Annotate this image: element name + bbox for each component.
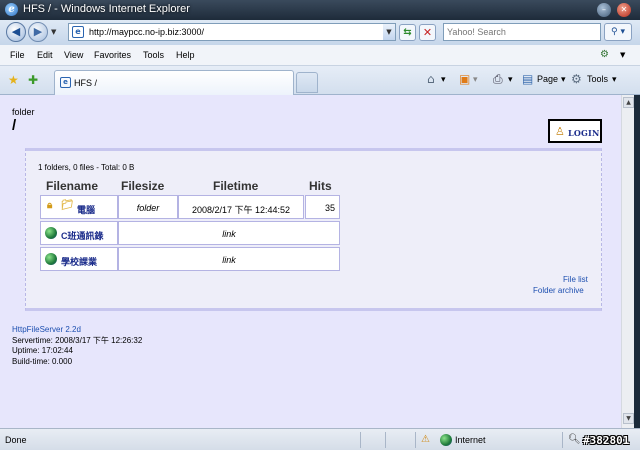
file-list-link[interactable]: File list: [563, 275, 588, 284]
favorites-star-icon[interactable]: ★: [8, 73, 19, 87]
uptime-text: Uptime: 17:02:44: [12, 346, 73, 355]
search-input[interactable]: [444, 24, 600, 40]
column-filetime[interactable]: Filetime: [213, 179, 258, 193]
tab-page-icon: e: [60, 77, 71, 88]
window-frame-right: [634, 95, 640, 428]
file-link[interactable]: 電腦: [77, 203, 95, 216]
link-type-cell: link: [118, 221, 340, 245]
minimize-button[interactable]: –: [597, 3, 611, 17]
hfs-version-link[interactable]: HttpFileServer 2.2d: [12, 325, 81, 334]
menu-favorites[interactable]: Favorites: [94, 50, 131, 60]
protected-mode-icon: ⚠: [421, 434, 430, 445]
address-url[interactable]: http://maypcc.no-ip.biz:3000/: [89, 27, 204, 37]
tools-dropdown-icon[interactable]: ▾: [612, 74, 617, 85]
tools-menu-button[interactable]: Tools: [587, 74, 608, 84]
menu-tools[interactable]: Tools: [143, 50, 164, 60]
new-tab-button[interactable]: [296, 72, 318, 93]
table-row-name-cell[interactable]: C班通訊錄: [40, 221, 118, 245]
zoom-icon[interactable]: 🔍︎: [568, 434, 581, 445]
close-window-button[interactable]: ✕: [617, 3, 631, 17]
filesize-value: folder: [136, 203, 160, 213]
menu-view[interactable]: View: [64, 50, 83, 60]
address-dropdown-icon[interactable]: ▼: [383, 24, 395, 40]
refresh-button[interactable]: ⇆: [399, 24, 416, 41]
status-divider: [415, 432, 416, 448]
file-link[interactable]: C班通訊錄: [61, 229, 104, 242]
forward-button[interactable]: ▶: [28, 22, 48, 42]
globe-link-icon: [45, 227, 57, 239]
column-filename[interactable]: Filename: [46, 179, 98, 193]
folder-path: /: [12, 117, 17, 134]
stop-button[interactable]: ✕: [419, 24, 436, 41]
filetime-cell: 2008/2/17 下午 12:44:52: [178, 195, 304, 219]
feeds-dropdown-icon[interactable]: ▾: [473, 74, 478, 85]
tools-gear-icon[interactable]: ⚙: [571, 72, 582, 86]
history-dropdown-icon[interactable]: ▼: [51, 28, 56, 36]
home-icon[interactable]: ⌂: [427, 72, 435, 86]
tab-hfs[interactable]: e HFS /: [54, 70, 294, 95]
status-divider: [360, 432, 361, 448]
status-divider: [385, 432, 386, 448]
add-favorites-icon[interactable]: ✚: [28, 73, 38, 87]
filesize-cell: folder: [118, 195, 178, 219]
folder-icon: 📁︎: [61, 200, 74, 211]
window-title: HFS / - Windows Internet Explorer: [23, 3, 190, 15]
user-icon: ♙: [555, 125, 565, 138]
search-field[interactable]: [443, 23, 601, 41]
column-filesize[interactable]: Filesize: [121, 179, 164, 193]
buildtime-text: Build-time: 0.000: [12, 357, 73, 366]
status-bar: Done ⚠ Internet 🔍︎: [0, 428, 640, 450]
menu-help[interactable]: Help: [176, 50, 195, 60]
watermark-text: #382801: [583, 434, 630, 447]
lock-icon: 🔒︎: [47, 200, 53, 211]
page-viewport: folder / ♙ LOGIN 1 folders, 0 files - To…: [0, 95, 621, 428]
menu-file[interactable]: File: [10, 50, 25, 60]
folder-summary: 1 folders, 0 files - Total: 0 B: [38, 163, 135, 172]
scroll-up-icon[interactable]: ▲: [623, 97, 634, 108]
login-button[interactable]: ♙ LOGIN: [548, 119, 602, 143]
link-type-value: link: [222, 255, 236, 265]
hits-value: 35: [324, 203, 335, 213]
home-dropdown-icon[interactable]: ▾: [441, 74, 446, 85]
page-dropdown-icon[interactable]: ▾: [561, 74, 566, 85]
folder-archive-link[interactable]: Folder archive: [533, 286, 584, 295]
address-field[interactable]: e http://maypcc.no-ip.biz:3000/ ▼: [68, 23, 396, 41]
scroll-down-icon[interactable]: ▼: [623, 413, 634, 424]
login-label: LOGIN: [568, 128, 600, 138]
globe-link-icon: [45, 253, 57, 265]
link-type-cell: link: [118, 247, 340, 271]
table-row-name-cell[interactable]: 學校課業: [40, 247, 118, 271]
back-button[interactable]: ◀: [6, 22, 26, 42]
file-link[interactable]: 學校課業: [61, 255, 97, 268]
tab-label: HFS /: [74, 78, 98, 88]
page-menu-icon[interactable]: ▤: [522, 72, 533, 86]
page-menu-button[interactable]: Page: [537, 74, 558, 84]
security-zone-label[interactable]: Internet: [455, 435, 486, 445]
address-toolbar: ◀ ▶ ▼ e http://maypcc.no-ip.biz:3000/ ▼ …: [0, 20, 640, 45]
vertical-scrollbar[interactable]: ▲ ▼: [621, 95, 634, 428]
folder-label: folder: [12, 107, 35, 117]
table-row-name-cell[interactable]: 🔒︎ 📁︎ 電腦: [40, 195, 118, 219]
feeds-icon[interactable]: ▣: [459, 72, 470, 86]
hits-cell: 35: [305, 195, 340, 219]
page-icon: e: [72, 26, 84, 38]
servertime-text: Servertime: 2008/3/17 下午 12:26:32: [12, 336, 143, 345]
addon-icon[interactable]: ⚙: [600, 49, 614, 62]
window-titlebar: e HFS / - Windows Internet Explorer – ✕: [0, 0, 640, 20]
filetime-value: 2008/2/17 下午 12:44:52: [191, 205, 291, 215]
print-icon[interactable]: ⎙: [493, 72, 503, 87]
menu-edit[interactable]: Edit: [37, 50, 53, 60]
internet-zone-icon: [440, 434, 452, 446]
column-hits[interactable]: Hits: [309, 179, 332, 193]
search-button[interactable]: ⚲ ▾: [604, 23, 632, 41]
addon-dropdown-icon[interactable]: ▼: [620, 51, 625, 59]
menu-bar: File Edit View Favorites Tools Help ⚙ ▼: [0, 45, 640, 66]
tab-bar: ★ ✚ e HFS / ⌂ ▾ ▣ ▾ ⎙ ▾ ▤ Page ▾ ⚙ Tools…: [0, 66, 640, 95]
ie-logo-icon: e: [5, 3, 18, 16]
link-type-value: link: [222, 229, 236, 239]
print-dropdown-icon[interactable]: ▾: [508, 74, 513, 85]
file-list-panel: 1 folders, 0 files - Total: 0 B Filename…: [25, 148, 602, 311]
status-divider: [562, 432, 563, 448]
status-text: Done: [5, 435, 27, 445]
